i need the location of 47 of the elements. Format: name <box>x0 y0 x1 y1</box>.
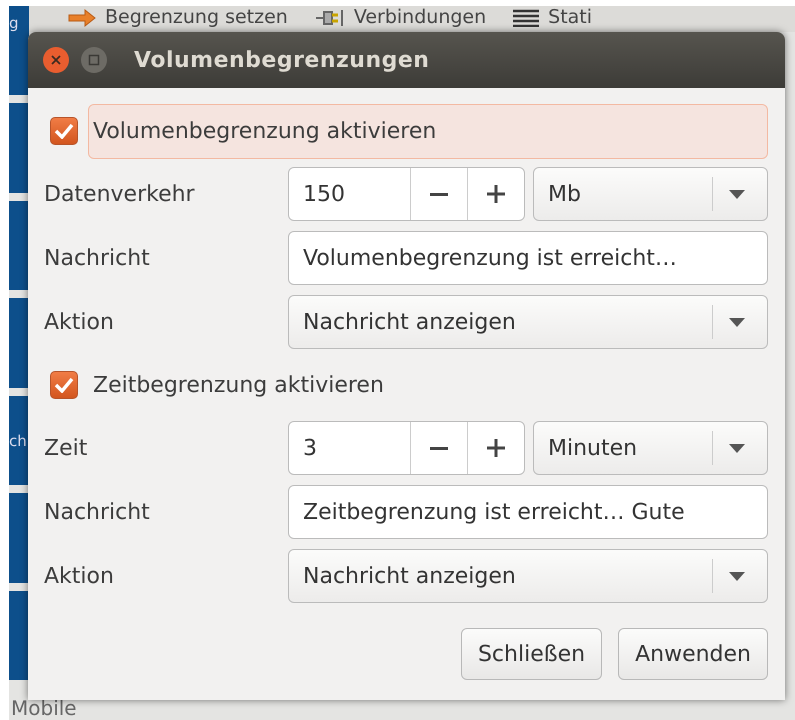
minus-icon <box>430 192 448 196</box>
dropdown-arrow-icon <box>729 444 745 452</box>
field-label: Datenverkehr <box>44 182 196 206</box>
dropdown-arrow-icon <box>729 572 745 580</box>
dialog-button[interactable]: Schließen <box>460 628 602 680</box>
field-label: Zeit <box>44 436 88 460</box>
checkbox[interactable] <box>50 117 78 145</box>
arrow-icon <box>67 6 97 28</box>
list-icon <box>512 8 540 26</box>
checkmark-icon <box>54 377 74 393</box>
toolbar-label: Begrenzung setzen <box>105 6 288 29</box>
field-label: Aktion <box>44 310 115 334</box>
dropdown-arrow-icon <box>729 190 745 198</box>
checkbox-label[interactable]: Volumenbegrenzung aktivieren <box>88 104 768 158</box>
sidebar-tile[interactable] <box>9 103 29 193</box>
field-label: Aktion <box>44 564 115 588</box>
spin-field[interactable]: 3 <box>288 421 525 475</box>
dialog-button[interactable]: Anwenden <box>618 628 768 680</box>
sidebar-label: Mobile <box>11 696 77 720</box>
field-label: Nachricht <box>44 246 151 270</box>
tile-label: g <box>9 13 19 32</box>
action-dropdown[interactable]: Nachricht anzeigen <box>288 295 768 349</box>
unit-dropdown[interactable]: Minuten <box>533 421 768 475</box>
field-label: Nachricht <box>44 500 151 524</box>
plus-icon <box>487 185 505 203</box>
checkmark-icon <box>54 123 74 139</box>
plus-icon <box>487 439 505 457</box>
spin-field[interactable]: 150 <box>288 167 525 221</box>
toolbar-label: Stati <box>548 6 592 29</box>
sidebar-tile[interactable]: ch <box>9 396 29 486</box>
close-icon[interactable] <box>42 46 70 74</box>
action-dropdown[interactable]: Nachricht anzeigen <box>288 549 768 603</box>
window-title: Volumenbegrenzungen <box>134 48 430 72</box>
toolbar-label: Verbindungen <box>354 6 486 29</box>
unit-dropdown[interactable]: Mb <box>533 167 768 221</box>
sidebar-tile[interactable] <box>9 590 29 680</box>
sidebar-tile[interactable] <box>9 493 29 583</box>
sidebar-tile[interactable]: g <box>9 6 29 96</box>
checkbox-label[interactable]: Zeitbegrenzung aktivieren <box>88 358 389 412</box>
message-field[interactable]: Volumenbegrenzung ist erreicht… <box>288 231 768 285</box>
minus-icon <box>430 446 448 450</box>
tile-label: ch <box>9 430 27 450</box>
dropdown-arrow-icon <box>729 318 745 326</box>
checkbox[interactable] <box>50 371 78 399</box>
message-field[interactable]: Zeitbegrenzung ist erreicht… Gute <box>288 485 768 539</box>
sidebar-tile[interactable] <box>9 298 29 388</box>
sidebar-tile[interactable] <box>9 200 29 290</box>
